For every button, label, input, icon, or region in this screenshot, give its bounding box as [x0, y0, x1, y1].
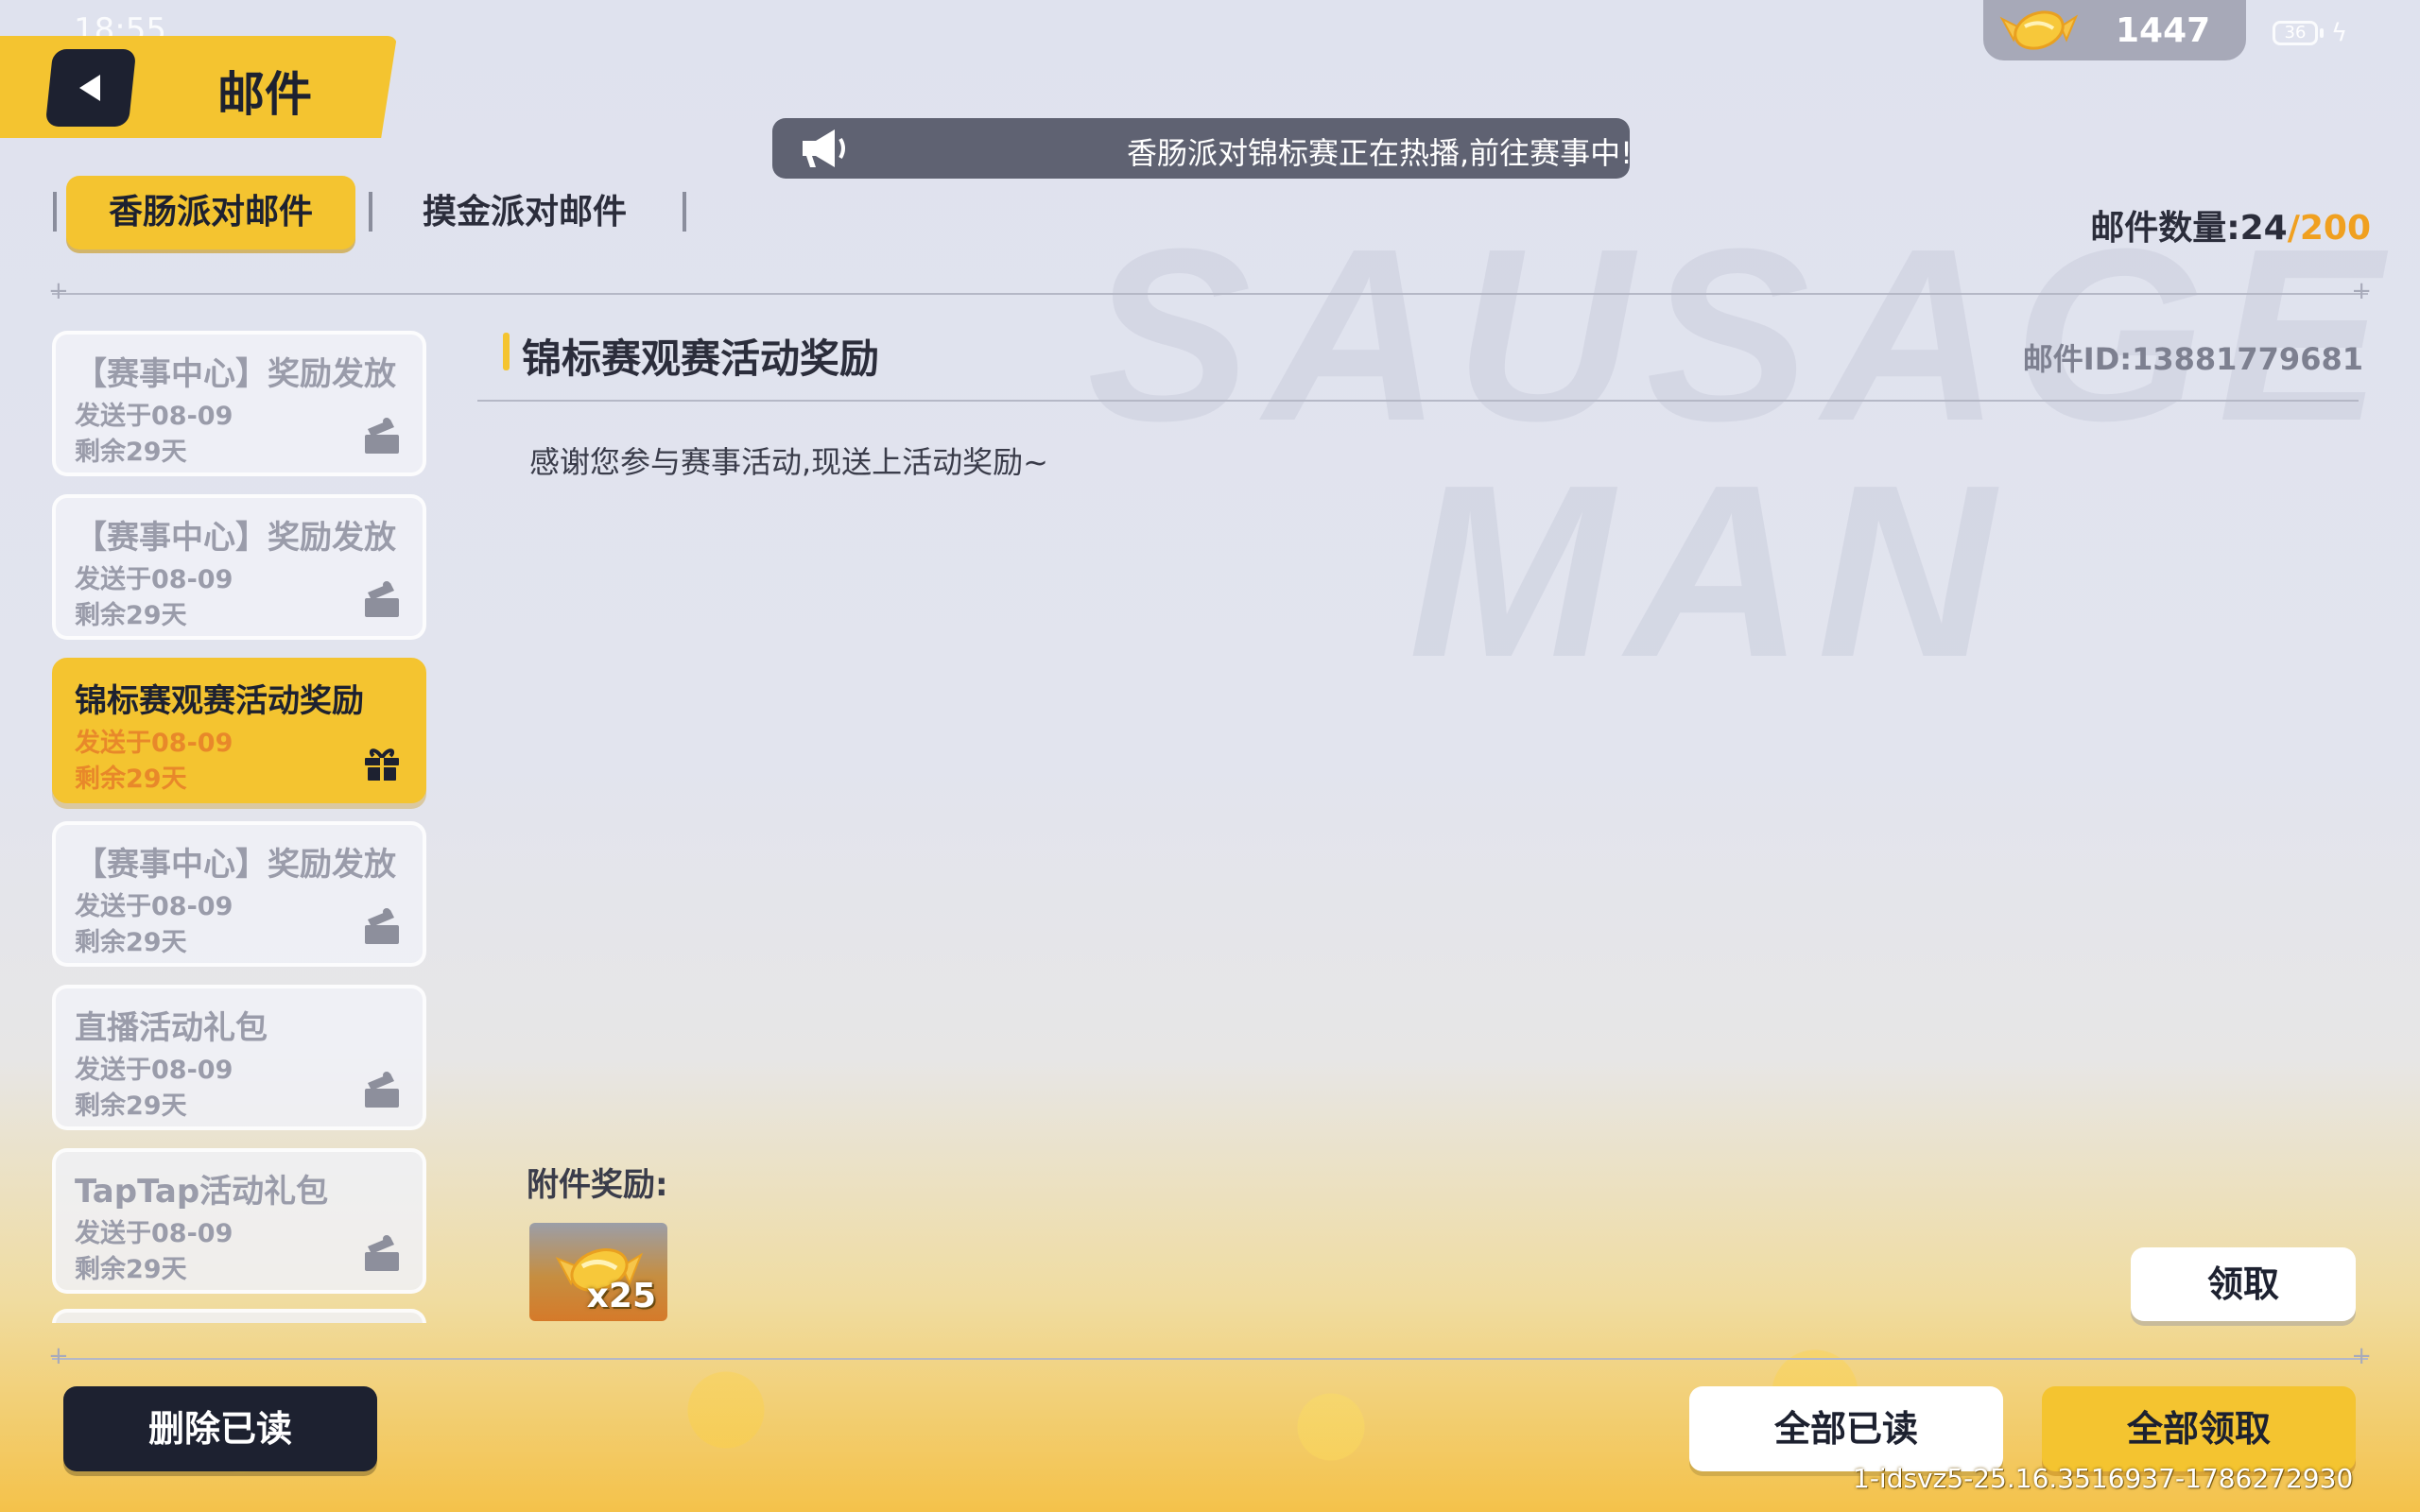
- opened-gift-icon: [365, 418, 399, 454]
- mail-item-remaining: 剩余29天: [75, 928, 187, 957]
- tab-gold-party-mail[interactable]: 摸金派对邮件: [397, 176, 652, 249]
- mail-list-item[interactable]: 【赛事中心】奖励发放 发送于08-09 剩余29天: [52, 821, 426, 967]
- battery-indicator: 36: [2273, 21, 2318, 45]
- gift-icon: [365, 748, 399, 781]
- mail-count: 邮件数量:24/200: [2090, 200, 2371, 249]
- mail-item-remaining: 剩余29天: [75, 765, 187, 794]
- mail-item-title: 【赛事中心】奖励发放: [75, 355, 396, 393]
- mail-id: 邮件ID:13881779681: [2022, 341, 2363, 377]
- mail-item-remaining: 剩余29天: [75, 1255, 187, 1284]
- claim-button[interactable]: 领取: [2131, 1247, 2356, 1321]
- tab-sausage-party-mail[interactable]: 香肠派对邮件: [66, 176, 355, 249]
- read-all-button[interactable]: 全部已读: [1689, 1386, 2003, 1471]
- mail-item-title: 锦标赛观赛活动奖励: [75, 682, 364, 720]
- bottom-divider: [48, 1342, 2372, 1370]
- tab-divider-middle: [369, 192, 372, 232]
- mail-item-title: 【赛事中心】奖励发放: [75, 519, 396, 557]
- opened-gift-icon: [365, 1235, 399, 1271]
- mail-item-date: 发送于08-09: [75, 1056, 233, 1085]
- mail-list[interactable]: 【赛事中心】奖励发放 发送于08-09 剩余29天 【赛事中心】奖励发放 发送于…: [52, 331, 430, 1323]
- mail-detail-title: 锦标赛观赛活动奖励: [522, 335, 880, 382]
- mail-list-item-partial[interactable]: [52, 1309, 426, 1323]
- opened-gift-icon: [365, 1072, 399, 1108]
- tab-divider-right: [683, 192, 686, 232]
- page-title: 邮件: [217, 67, 312, 122]
- mail-item-title: 直播活动礼包: [75, 1009, 268, 1047]
- announcement-banner[interactable]: 香肠派对锦标赛正在热播,前往赛事中!: [772, 118, 1630, 179]
- announcement-text: 香肠派对锦标赛正在热播,前往赛事中!: [1127, 135, 1630, 171]
- mail-count-current: 24: [2239, 209, 2288, 248]
- detail-divider: [477, 400, 2359, 402]
- mail-item-date: 发送于08-09: [75, 1219, 233, 1248]
- claim-all-button[interactable]: 全部领取: [2042, 1386, 2356, 1471]
- mail-item-date: 发送于08-09: [75, 565, 233, 594]
- mail-list-item[interactable]: TapTap活动礼包 发送于08-09 剩余29天: [52, 1148, 426, 1294]
- mail-list-item[interactable]: 【赛事中心】奖励发放 发送于08-09 剩余29天: [52, 331, 426, 476]
- opened-gift-icon: [365, 581, 399, 617]
- opened-gift-icon: [365, 908, 399, 944]
- mail-count-label: 邮件数量:: [2090, 209, 2240, 248]
- attachment-item[interactable]: x25: [529, 1223, 667, 1321]
- currency-amount: 1447: [2116, 11, 2211, 50]
- attachment-label: 附件奖励:: [527, 1166, 668, 1204]
- mail-count-max: /200: [2287, 209, 2371, 248]
- candy-icon: [1999, 10, 2079, 50]
- delete-read-button[interactable]: 删除已读: [63, 1386, 377, 1471]
- currency-display[interactable]: 1447: [1983, 0, 2246, 60]
- mail-list-item[interactable]: 直播活动礼包 发送于08-09 剩余29天: [52, 985, 426, 1130]
- detail-title-accent: [503, 333, 510, 370]
- charging-icon: ϟ: [2331, 19, 2348, 47]
- tab-divider-left: [53, 192, 57, 232]
- mail-list-item-selected[interactable]: 锦标赛观赛活动奖励 发送于08-09 剩余29天: [52, 658, 426, 803]
- watermark-line-2: MAN: [1409, 435, 2009, 709]
- mail-item-title: TapTap活动礼包: [75, 1173, 329, 1211]
- megaphone-icon: [803, 129, 845, 167]
- mail-item-remaining: 剩余29天: [75, 601, 187, 630]
- attachment-quantity: x25: [586, 1277, 656, 1315]
- top-divider: [48, 277, 2372, 305]
- back-arrow-icon: [79, 75, 100, 101]
- mail-item-remaining: 剩余29天: [75, 1091, 187, 1121]
- mail-body-text: 感谢您参与赛事活动,现送上活动奖励~: [529, 444, 1048, 480]
- back-button[interactable]: [44, 49, 137, 127]
- mail-item-date: 发送于08-09: [75, 729, 233, 758]
- mail-item-date: 发送于08-09: [75, 892, 233, 921]
- background-watermark: SAUSAGE MAN: [1087, 217, 2420, 747]
- mail-list-item[interactable]: 【赛事中心】奖励发放 发送于08-09 剩余29天: [52, 494, 426, 640]
- mail-item-date: 发送于08-09: [75, 402, 233, 431]
- build-info: 1-idsvz5-25.16.3516937-1786272930: [1853, 1463, 2354, 1494]
- mail-item-remaining: 剩余29天: [75, 438, 187, 467]
- mail-item-title: 【赛事中心】奖励发放: [75, 846, 396, 884]
- battery-tip: [2320, 28, 2324, 38]
